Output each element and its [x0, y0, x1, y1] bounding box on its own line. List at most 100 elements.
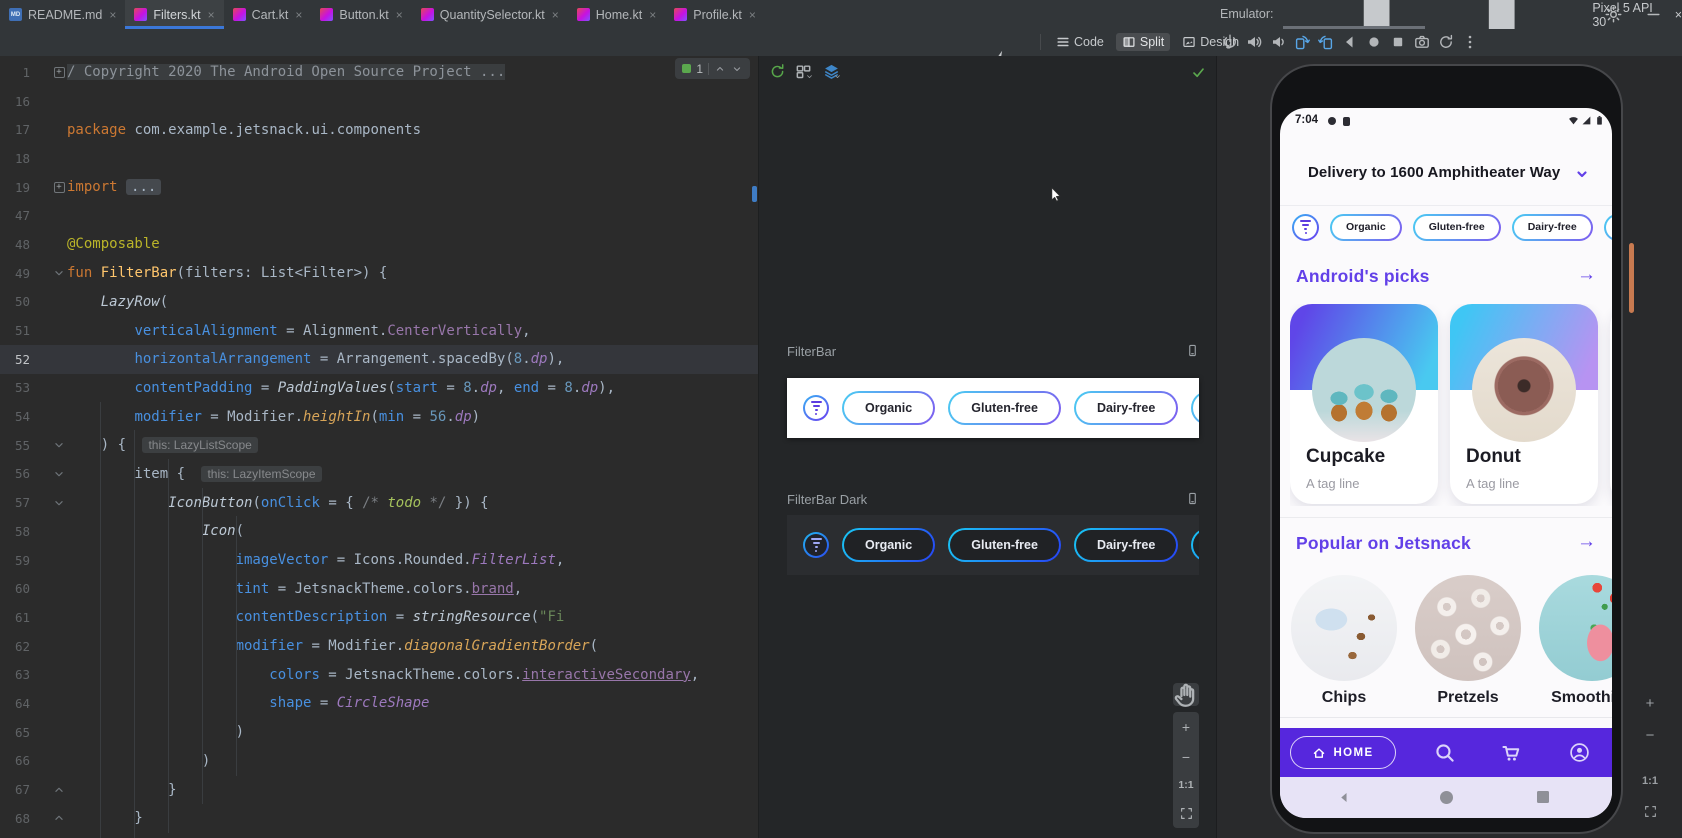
filter-icon[interactable] — [1292, 214, 1319, 241]
rotate-left-icon[interactable] — [1294, 34, 1310, 50]
nav-home-button[interactable]: HOME — [1290, 736, 1396, 769]
code-line-54[interactable]: 54 modifier = Modifier.heightIn(min = 56… — [0, 402, 758, 431]
zoom-fit-button[interactable] — [1642, 805, 1658, 821]
code-line-65[interactable]: 65 ) — [0, 718, 758, 747]
phone-screen[interactable]: 7:04 Delivery to 1600 Amphitheater Way O… — [1280, 108, 1612, 818]
run-on-device-icon[interactable] — [1186, 492, 1199, 505]
code-line-60[interactable]: 60 tint = JetsnackTheme.colors.brand, — [0, 574, 758, 603]
code-line-64[interactable]: 64 shape = CircleShape — [0, 689, 758, 718]
code-line-55[interactable]: 55 ) { this: LazyListScope — [0, 431, 758, 460]
code-line-19[interactable]: 19 + import ... — [0, 173, 758, 202]
popular-item-smoothies[interactable]: Smoothies — [1539, 575, 1612, 715]
recents-button[interactable] — [1537, 791, 1549, 803]
profile-icon[interactable] — [1569, 742, 1590, 763]
code-line-17[interactable]: 17 package com.example.jetsnack.ui.compon… — [0, 115, 758, 144]
close-icon[interactable]: × — [396, 8, 403, 22]
fold-plus-icon[interactable]: + — [52, 65, 66, 79]
code-lines[interactable]: 1 + / Copyright 2020 The Android Open Sour… — [0, 58, 758, 833]
emulator-device-tab[interactable]: Pixel 5 API 30 × — [1292, 0, 1682, 144]
fold-down-icon[interactable] — [52, 438, 66, 452]
code-line-53[interactable]: 53 contentPadding = PaddingValues(start … — [0, 374, 758, 403]
zoom-out-button[interactable]: − — [1642, 727, 1658, 744]
fold-up-icon[interactable] — [52, 783, 66, 797]
camera-icon[interactable] — [1414, 34, 1430, 50]
snapshots-icon[interactable] — [1438, 34, 1454, 50]
code-editor[interactable]: 1 + / Copyright 2020 The Android Open Sour… — [0, 56, 758, 838]
snack-card-cupcake[interactable]: Cupcake A tag line — [1290, 304, 1438, 504]
code-line-61[interactable]: 61 contentDescription = stringResource("… — [0, 603, 758, 632]
tab-Button.kt[interactable]: Button.kt × — [311, 0, 411, 29]
code-line-16[interactable]: 16 — [0, 87, 758, 116]
code-line-51[interactable]: 51 verticalAlignment = Alignment.CenterV… — [0, 316, 758, 345]
close-icon[interactable]: × — [109, 8, 116, 22]
close-icon[interactable]: × — [295, 8, 302, 22]
filter-chip-partial[interactable] — [1604, 214, 1612, 241]
code-line-48[interactable]: 48 @Composable — [0, 230, 758, 259]
overview-icon[interactable] — [1390, 34, 1406, 50]
zoom-actual-button[interactable]: 1:1 — [1642, 775, 1658, 787]
fold-down-icon[interactable] — [52, 496, 66, 510]
zoom-in-button[interactable]: + — [1182, 720, 1190, 734]
volume-up-icon[interactable] — [1246, 34, 1262, 50]
minimize-icon[interactable] — [1645, 6, 1662, 23]
arrow-right-icon[interactable]: → — [1577, 264, 1596, 286]
volume-down-icon[interactable] — [1270, 34, 1286, 50]
tab-Profile.kt[interactable]: Profile.kt × — [665, 0, 765, 29]
close-icon[interactable]: × — [208, 8, 215, 22]
tab-README.md[interactable]: MD README.md × — [0, 0, 125, 29]
code-line-50[interactable]: 50 LazyRow( — [0, 288, 758, 317]
zoom-actual-button[interactable]: 1:1 — [1178, 779, 1193, 791]
run-on-device-icon[interactable] — [1186, 344, 1199, 357]
search-icon[interactable] — [1434, 742, 1455, 763]
tab-Filters.kt[interactable]: Filters.kt × — [125, 0, 224, 29]
back-icon[interactable] — [1342, 34, 1358, 50]
fold-plus-icon[interactable]: + — [52, 180, 66, 194]
chevron-down-icon[interactable] — [731, 63, 743, 75]
filter-chip-dairy-free[interactable]: Dairy-free — [1512, 214, 1593, 241]
code-line-18[interactable]: 18 — [0, 144, 758, 173]
mode-split-button[interactable]: Split — [1115, 33, 1171, 51]
close-icon[interactable]: × — [649, 8, 656, 22]
zoom-in-button[interactable]: + — [1642, 695, 1658, 712]
close-icon[interactable]: × — [552, 8, 559, 22]
fold-down-icon[interactable] — [52, 266, 66, 280]
zoom-fit-button[interactable] — [1180, 807, 1193, 820]
code-line-68[interactable]: 68 } — [0, 804, 758, 833]
rotate-right-icon[interactable] — [1318, 34, 1334, 50]
code-line-62[interactable]: 62 modifier = Modifier.diagonalGradientB… — [0, 632, 758, 661]
tab-Cart.kt[interactable]: Cart.kt × — [224, 0, 312, 29]
filter-chip-gluten-free[interactable]: Gluten-free — [1413, 214, 1501, 241]
code-line-47[interactable]: 47 — [0, 201, 758, 230]
mode-code-button[interactable]: Code — [1050, 33, 1110, 51]
popular-item-pretzels[interactable]: Pretzels — [1415, 575, 1521, 715]
back-button[interactable] — [1338, 791, 1351, 804]
tab-QuantitySelector.kt[interactable]: QuantitySelector.kt × — [412, 0, 568, 29]
code-line-58[interactable]: 58 Icon( — [0, 517, 758, 546]
zoom-out-button[interactable]: − — [1182, 750, 1190, 764]
code-line-52[interactable]: 52 horizontalArrangement = Arrangement.s… — [0, 344, 758, 374]
arrow-right-icon[interactable]: → — [1577, 531, 1596, 553]
code-line-63[interactable]: 63 colors = JetsnackTheme.colors.interac… — [0, 660, 758, 689]
code-line-56[interactable]: 56 item { this: LazyItemScope — [0, 460, 758, 489]
close-icon[interactable]: × — [1675, 8, 1682, 22]
fold-up-icon[interactable] — [52, 811, 66, 825]
home-button[interactable] — [1440, 791, 1453, 804]
code-line-57[interactable]: 57 IconButton(onClick = { /* todo */ }) … — [0, 488, 758, 517]
code-line-66[interactable]: 66 ) — [0, 747, 758, 776]
gear-icon[interactable] — [1605, 6, 1622, 23]
inspections-widget[interactable]: 1 — [675, 58, 750, 79]
pan-tool-button[interactable] — [1173, 683, 1199, 707]
chevron-up-icon[interactable] — [714, 63, 726, 75]
code-line-1[interactable]: 1 + / Copyright 2020 The Android Open Sour… — [0, 58, 758, 87]
popular-item-chips[interactable]: Chips — [1291, 575, 1397, 715]
more-icon[interactable] — [1462, 34, 1478, 50]
refresh-icon[interactable] — [769, 63, 786, 80]
code-line-49[interactable]: 49 fun FilterBar(filters: List<Filter>) { — [0, 259, 758, 288]
tab-Home.kt[interactable]: Home.kt × — [568, 0, 666, 29]
close-icon[interactable]: × — [749, 8, 756, 22]
power-icon[interactable] — [1222, 34, 1238, 50]
snack-card-donut[interactable]: Donut A tag line — [1450, 304, 1598, 504]
code-line-59[interactable]: 59 imageVector = Icons.Rounded.FilterLis… — [0, 546, 758, 575]
delivery-address-selector[interactable]: Delivery to 1600 Amphitheater Way — [1280, 134, 1612, 205]
filter-chip-organic[interactable]: Organic — [1330, 214, 1402, 241]
